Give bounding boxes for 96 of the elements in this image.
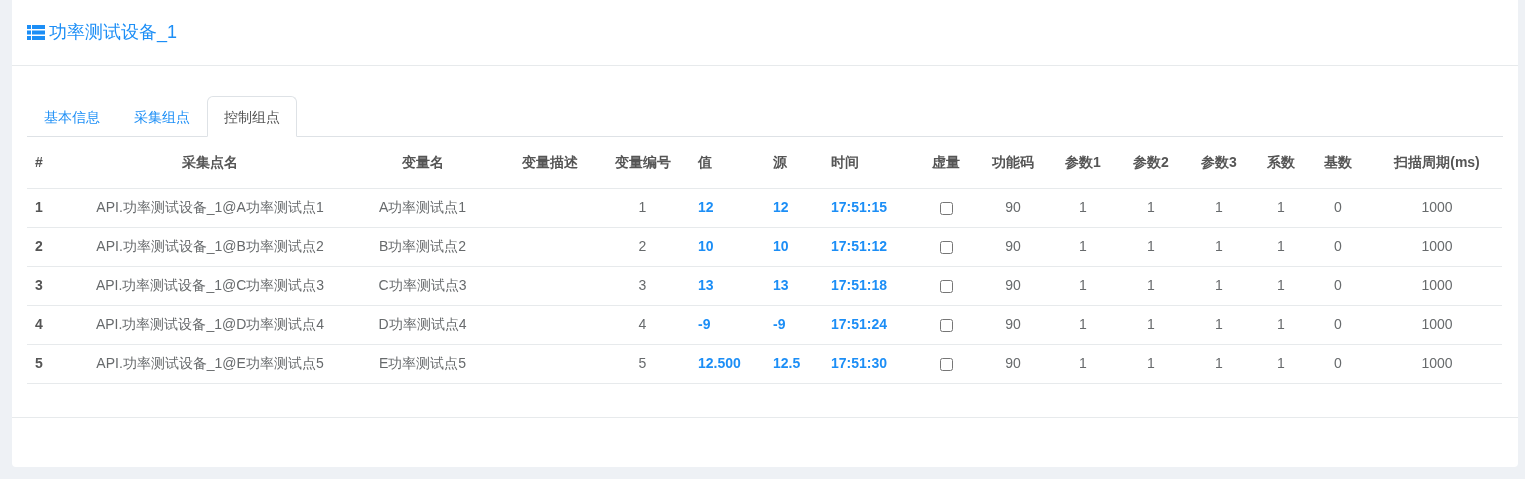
column-header: # <box>27 137 80 188</box>
column-header: 变量名 <box>340 137 505 188</box>
tab[interactable]: 基本信息 <box>27 96 117 137</box>
column-header: 扫描周期(ms) <box>1372 137 1502 188</box>
table-cell: 1 <box>1044 266 1122 305</box>
table-cell: 10 <box>765 227 823 266</box>
table-cell: API.功率测试设备_1@A功率测试点1 <box>80 188 340 227</box>
table-cell: 0 <box>1304 227 1372 266</box>
table-cell: 1 <box>1180 344 1258 383</box>
table-cell: C功率测试点3 <box>340 266 505 305</box>
table-cell: 90 <box>982 266 1044 305</box>
column-header: 变量编号 <box>595 137 690 188</box>
table-cell: 1000 <box>1372 305 1502 344</box>
column-header: 变量描述 <box>505 137 595 188</box>
table-cell: 1 <box>1258 305 1304 344</box>
table-cell: 1 <box>1122 344 1180 383</box>
table-cell: 2 <box>27 227 80 266</box>
table-cell: 1 <box>1180 227 1258 266</box>
table-cell: E功率测试点5 <box>340 344 505 383</box>
table-cell: 3 <box>595 266 690 305</box>
column-header: 参数3 <box>1180 137 1258 188</box>
checkbox[interactable] <box>939 318 953 332</box>
table-cell: A功率测试点1 <box>340 188 505 227</box>
table-cell: API.功率测试设备_1@E功率测试点5 <box>80 344 340 383</box>
column-header: 值 <box>690 137 765 188</box>
table-cell: 4 <box>27 305 80 344</box>
table-cell: 13 <box>765 266 823 305</box>
table-cell: 1 <box>1180 266 1258 305</box>
table-cell: 1000 <box>1372 344 1502 383</box>
table-cell: 1 <box>1044 305 1122 344</box>
table-cell: 90 <box>982 305 1044 344</box>
table-cell: API.功率测试设备_1@C功率测试点3 <box>80 266 340 305</box>
list-icon <box>27 25 45 40</box>
table-cell: 17:51:12 <box>823 227 910 266</box>
table-cell: 1 <box>1258 188 1304 227</box>
table-cell: 1 <box>1180 188 1258 227</box>
table-cell: 1 <box>1122 227 1180 266</box>
table-cell: 3 <box>27 266 80 305</box>
table-cell: 1 <box>1180 305 1258 344</box>
checkbox[interactable] <box>939 357 953 371</box>
table-cell: -9 <box>765 305 823 344</box>
column-header: 参数1 <box>1044 137 1122 188</box>
table-cell: 1 <box>1258 344 1304 383</box>
table-cell: 0 <box>1304 188 1372 227</box>
tab[interactable]: 采集组点 <box>117 96 207 137</box>
checkbox[interactable] <box>939 201 953 215</box>
table-cell: API.功率测试设备_1@B功率测试点2 <box>80 227 340 266</box>
table-cell: 2 <box>595 227 690 266</box>
table-cell: 0 <box>1304 344 1372 383</box>
table-cell: 12.5 <box>765 344 823 383</box>
table-cell: 0 <box>1304 305 1372 344</box>
table-cell: -9 <box>690 305 765 344</box>
table-cell: 1 <box>1122 305 1180 344</box>
table-cell: 1 <box>1044 344 1122 383</box>
table-cell: 1 <box>27 188 80 227</box>
table-cell: 17:51:30 <box>823 344 910 383</box>
table-cell: API.功率测试设备_1@D功率测试点4 <box>80 305 340 344</box>
table-cell: 1 <box>1258 227 1304 266</box>
table-cell: 1000 <box>1372 188 1502 227</box>
column-header: 虚量 <box>910 137 982 188</box>
table-cell: 5 <box>27 344 80 383</box>
panel-title: 功率测试设备_1 <box>49 21 178 44</box>
column-header: 参数2 <box>1122 137 1180 188</box>
table-cell: 90 <box>982 344 1044 383</box>
table-cell: 12 <box>765 188 823 227</box>
table-cell: 13 <box>690 266 765 305</box>
table-cell: 5 <box>595 344 690 383</box>
table-cell: 1 <box>1122 188 1180 227</box>
table-cell: D功率测试点4 <box>340 305 505 344</box>
column-header: 源 <box>765 137 823 188</box>
table-cell: 1 <box>1044 227 1122 266</box>
column-header: 采集点名 <box>80 137 340 188</box>
table-cell: 1 <box>1122 266 1180 305</box>
table-cell: 17:51:24 <box>823 305 910 344</box>
checkbox[interactable] <box>939 279 953 293</box>
table-cell: 1000 <box>1372 227 1502 266</box>
table-cell: 90 <box>982 227 1044 266</box>
table-cell: 17:51:15 <box>823 188 910 227</box>
table-cell: 12.500 <box>690 344 765 383</box>
table-cell: 12 <box>690 188 765 227</box>
column-header: 基数 <box>1304 137 1372 188</box>
table-cell: 1 <box>1258 266 1304 305</box>
column-header: 系数 <box>1258 137 1304 188</box>
tab[interactable]: 控制组点 <box>207 96 297 137</box>
table-cell: 1000 <box>1372 266 1502 305</box>
checkbox[interactable] <box>939 240 953 254</box>
table-cell: 10 <box>690 227 765 266</box>
table-cell: 17:51:18 <box>823 266 910 305</box>
table-cell: 4 <box>595 305 690 344</box>
table-cell: 1 <box>595 188 690 227</box>
column-header: 时间 <box>823 137 910 188</box>
table-cell: 90 <box>982 188 1044 227</box>
table-cell: 1 <box>1044 188 1122 227</box>
table-cell: B功率测试点2 <box>340 227 505 266</box>
column-header: 功能码 <box>982 137 1044 188</box>
table-cell: 0 <box>1304 266 1372 305</box>
